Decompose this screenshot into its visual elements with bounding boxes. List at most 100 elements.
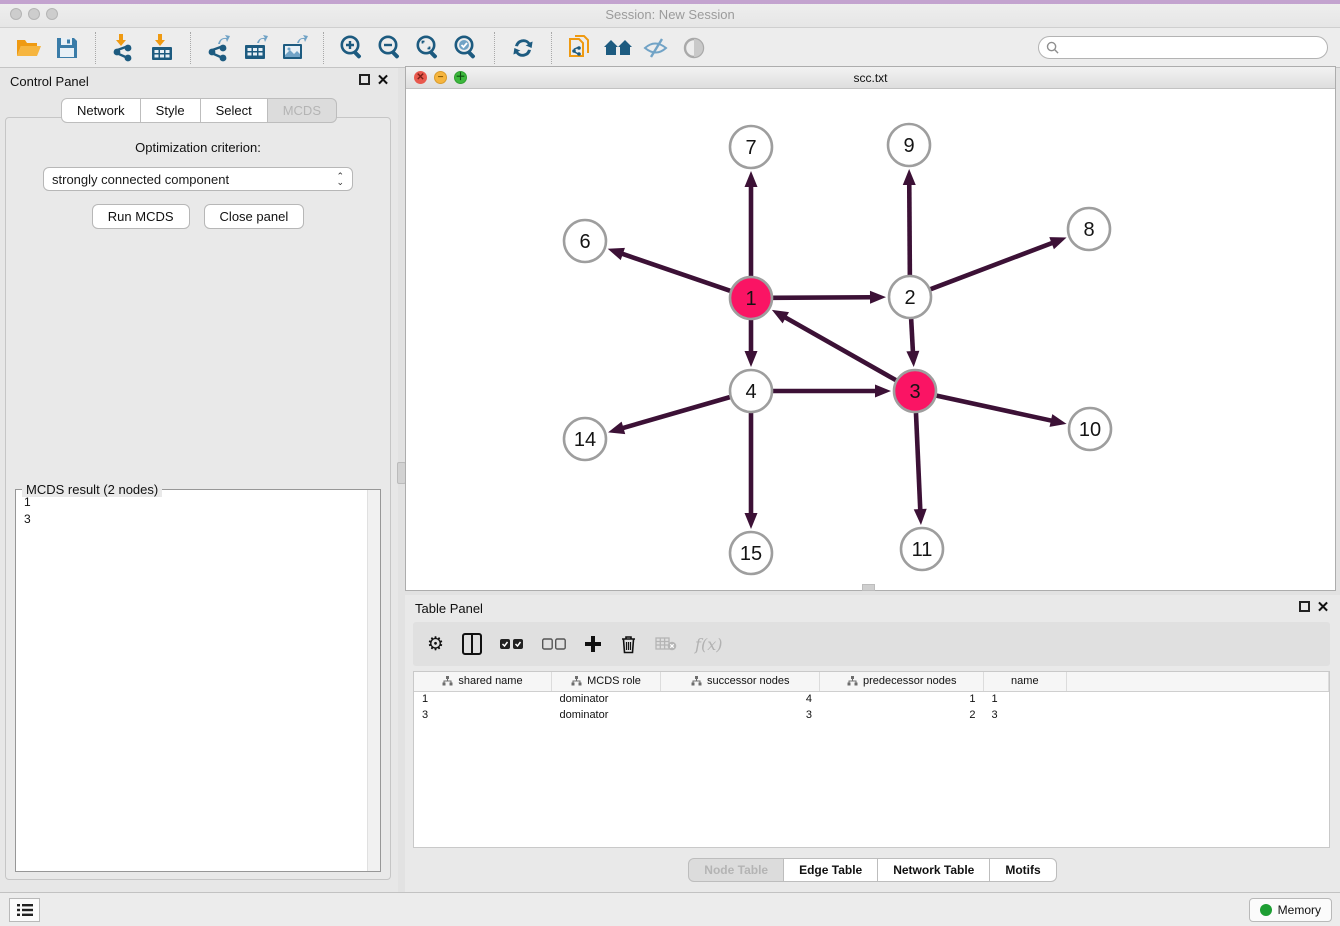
control-panel-header: Control Panel ✕ xyxy=(0,68,398,94)
table-cell[interactable]: 2 xyxy=(820,707,984,723)
graph-edge-3-10[interactable] xyxy=(936,396,1052,421)
tab-node-table[interactable]: Node Table xyxy=(688,858,784,882)
tab-network-table[interactable]: Network Table xyxy=(878,858,990,882)
table-cell[interactable]: dominator xyxy=(551,691,660,707)
toolbar-separator xyxy=(190,32,191,64)
network-canvas[interactable]: 7968124314101511 xyxy=(406,89,1335,590)
save-session-icon[interactable] xyxy=(50,31,84,65)
open-session-icon[interactable] xyxy=(12,31,46,65)
refresh-icon[interactable] xyxy=(506,31,540,65)
deselect-all-columns-icon[interactable] xyxy=(542,631,566,657)
graph-arrowhead xyxy=(745,513,758,529)
graph-node-label: 6 xyxy=(579,231,590,253)
graph-edge-3-1[interactable] xyxy=(784,317,896,380)
zoom-in-icon[interactable] xyxy=(335,31,369,65)
graph-edge-1-2[interactable] xyxy=(773,297,872,298)
run-mcds-button[interactable]: Run MCDS xyxy=(92,204,190,229)
table-cell[interactable]: 3 xyxy=(414,707,551,723)
show-panel-icon[interactable] xyxy=(677,31,711,65)
graph-node-label: 8 xyxy=(1083,219,1094,241)
tab-network[interactable]: Network xyxy=(61,98,141,123)
graph-node-label: 11 xyxy=(912,539,933,561)
graph-node-label: 10 xyxy=(1079,419,1101,441)
mcds-result-list[interactable]: 13 xyxy=(16,494,366,871)
memory-button[interactable]: Memory xyxy=(1249,898,1332,922)
table-panel: Table Panel ✕ ⚙ f(x) shared nameMCDS rol… xyxy=(405,595,1340,892)
export-network-icon[interactable] xyxy=(202,31,236,65)
tab-mcds[interactable]: MCDS xyxy=(268,98,337,123)
control-panel-tabs: NetworkStyleSelectMCDS xyxy=(0,98,398,123)
table-cell[interactable]: 3 xyxy=(984,707,1067,723)
zoom-selected-icon[interactable] xyxy=(449,31,483,65)
graph-edge-1-6[interactable] xyxy=(621,253,730,291)
close-panel-icon[interactable]: ✕ xyxy=(376,74,390,88)
zoom-fit-icon[interactable] xyxy=(411,31,445,65)
column-header-shared-name[interactable]: shared name xyxy=(414,672,551,691)
table-cell[interactable]: 1 xyxy=(414,691,551,707)
create-column-icon[interactable] xyxy=(584,631,602,657)
search-field[interactable] xyxy=(1038,36,1328,59)
network-window-titlebar[interactable]: ✕ − ＋ scc.txt xyxy=(406,67,1335,89)
close-table-panel-icon[interactable]: ✕ xyxy=(1316,601,1330,615)
search-input[interactable] xyxy=(1059,41,1327,55)
table-cell[interactable]: 1 xyxy=(984,691,1067,707)
tab-motifs[interactable]: Motifs xyxy=(990,858,1056,882)
table-cell-filler xyxy=(1066,707,1328,723)
graph-arrowhead xyxy=(914,509,927,525)
home-layout-icon[interactable] xyxy=(601,31,635,65)
column-view-icon[interactable] xyxy=(462,631,482,657)
main-toolbar xyxy=(0,28,1340,68)
column-header-successor-nodes[interactable]: successor nodes xyxy=(661,672,820,691)
column-hierarchy-icon xyxy=(691,676,702,686)
table-settings-gear-icon[interactable]: ⚙ xyxy=(427,631,444,657)
mcds-result-groupbox: MCDS result (2 nodes) 13 xyxy=(15,489,381,872)
table-cell[interactable]: 4 xyxy=(661,691,820,707)
table-cell[interactable]: 3 xyxy=(661,707,820,723)
tab-style[interactable]: Style xyxy=(141,98,201,123)
graph-edge-4-14[interactable] xyxy=(622,397,730,428)
tab-edge-table[interactable]: Edge Table xyxy=(784,858,878,882)
node-table[interactable]: shared nameMCDS rolesuccessor nodesprede… xyxy=(413,671,1330,848)
search-icon xyxy=(1046,41,1059,54)
graph-arrowhead xyxy=(1049,237,1066,249)
show-panels-list-button[interactable] xyxy=(9,898,40,922)
select-all-columns-icon[interactable] xyxy=(500,631,524,657)
table-panel-header: Table Panel ✕ xyxy=(405,595,1340,621)
app-titlebar: Session: New Session xyxy=(0,0,1340,28)
zoom-out-icon[interactable] xyxy=(373,31,407,65)
graph-edge-2-8[interactable] xyxy=(931,242,1054,289)
float-panel-icon[interactable] xyxy=(359,74,370,85)
graph-node-label: 4 xyxy=(745,381,756,403)
graph-edge-2-9[interactable] xyxy=(909,183,910,275)
table-panel-title: Table Panel xyxy=(415,601,483,616)
graph-edge-2-3[interactable] xyxy=(911,319,913,353)
criterion-dropdown[interactable]: strongly connected component ⌃⌄ xyxy=(43,167,353,191)
close-panel-button[interactable]: Close panel xyxy=(204,204,305,229)
table-row[interactable]: 1dominator411 xyxy=(414,691,1329,707)
table-cell[interactable]: dominator xyxy=(551,707,660,723)
mcds-result-item[interactable]: 1 xyxy=(16,494,366,511)
float-table-panel-icon[interactable] xyxy=(1299,601,1310,612)
memory-status-dot xyxy=(1260,904,1272,916)
mcds-result-item[interactable]: 3 xyxy=(16,511,366,528)
tab-select[interactable]: Select xyxy=(201,98,268,123)
export-table-icon[interactable] xyxy=(240,31,274,65)
table-cell[interactable]: 1 xyxy=(820,691,984,707)
graph-edge-3-11[interactable] xyxy=(916,413,920,511)
column-header-MCDS-role[interactable]: MCDS role xyxy=(551,672,660,691)
table-row[interactable]: 3dominator323 xyxy=(414,707,1329,723)
column-header-predecessor-nodes[interactable]: predecessor nodes xyxy=(820,672,984,691)
window-top-edge xyxy=(0,0,1340,4)
clone-network-icon[interactable] xyxy=(563,31,597,65)
network-resize-grip[interactable] xyxy=(862,584,875,591)
graph-arrowhead xyxy=(608,422,625,434)
import-table-icon[interactable] xyxy=(145,31,179,65)
graph-node-label: 3 xyxy=(909,381,920,403)
export-image-icon[interactable] xyxy=(278,31,312,65)
result-scrollbar[interactable] xyxy=(367,490,380,871)
toolbar-separator xyxy=(551,32,552,64)
delete-row-trash-icon[interactable] xyxy=(620,631,637,657)
hide-panels-icon[interactable] xyxy=(639,31,673,65)
column-header-name[interactable]: name xyxy=(984,672,1067,691)
import-network-icon[interactable] xyxy=(107,31,141,65)
